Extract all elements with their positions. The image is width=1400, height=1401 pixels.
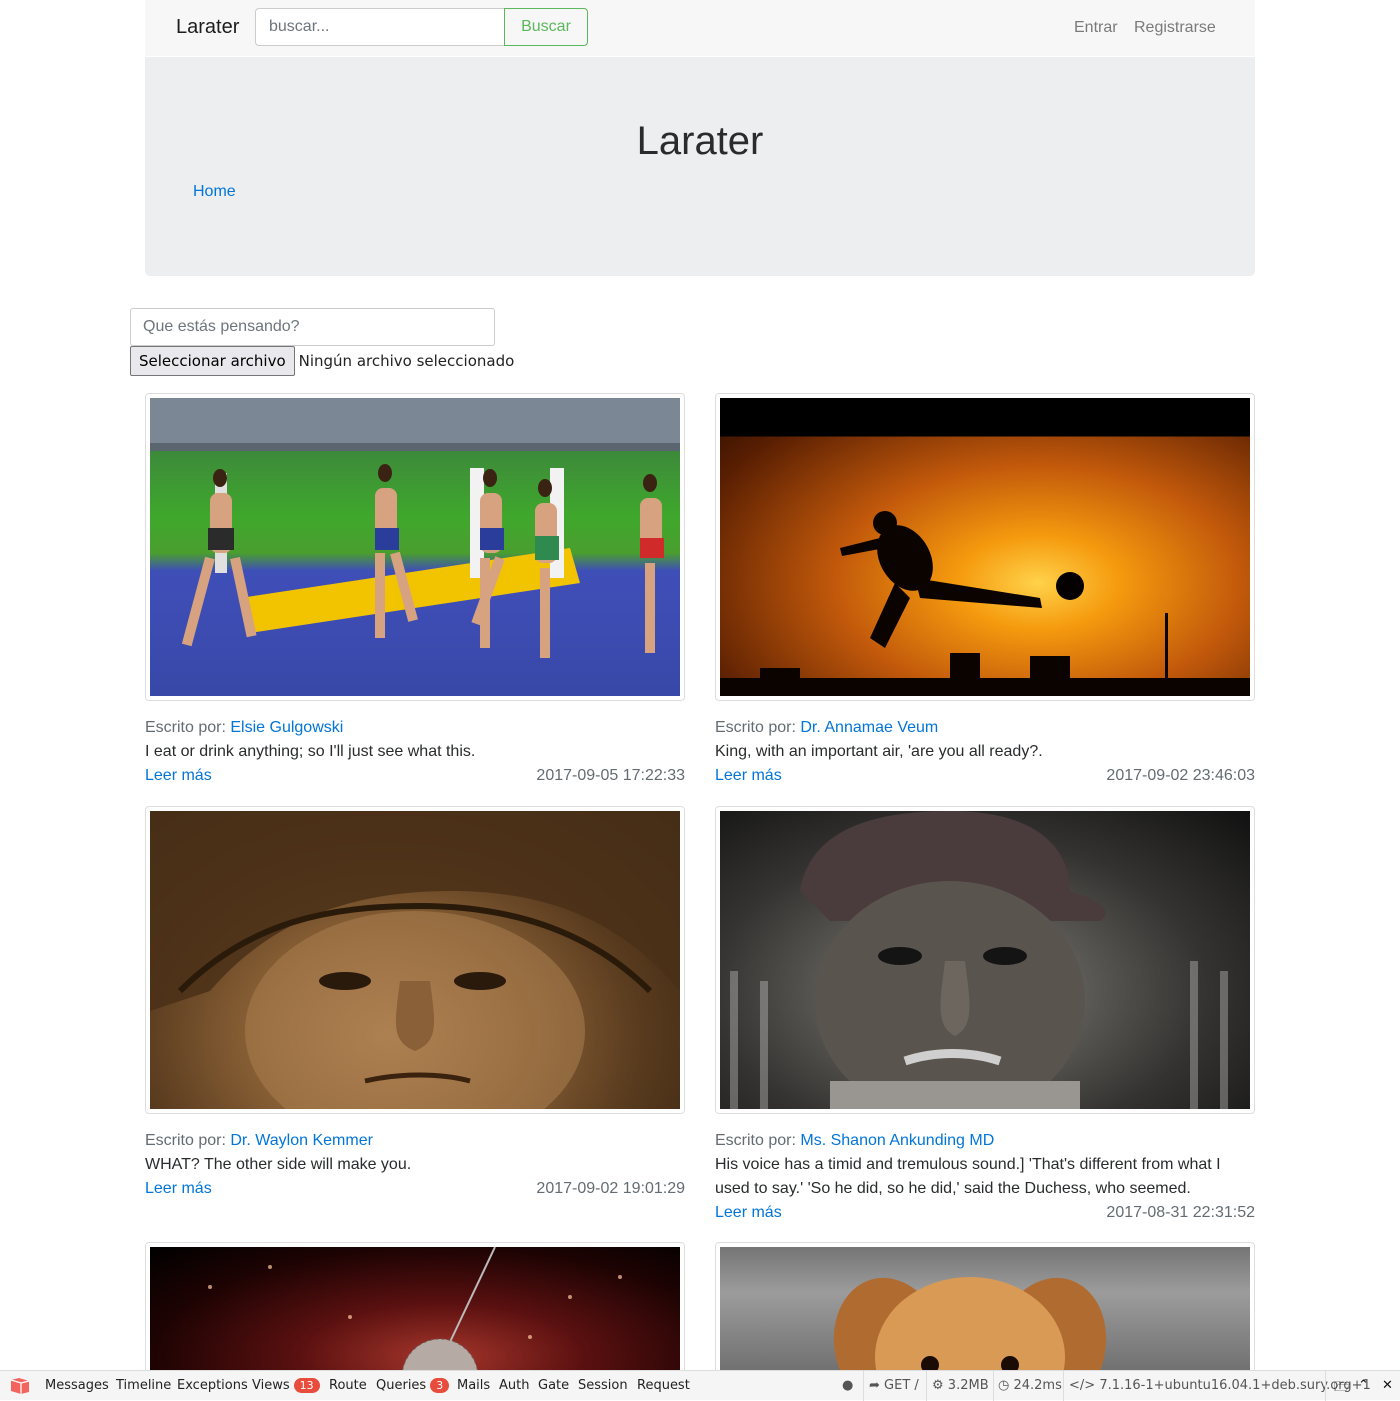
jumbotron: Larater Home	[145, 57, 1255, 276]
post-thumbnail[interactable]	[715, 806, 1255, 1114]
read-more-link[interactable]: Leer más	[145, 1180, 212, 1198]
search-button[interactable]: Buscar	[504, 8, 588, 46]
post-image	[720, 811, 1250, 1109]
code-icon: </>	[1069, 1378, 1096, 1393]
clock-icon: ◷	[998, 1378, 1010, 1393]
file-status: Ningún archivo seleccionado	[298, 352, 515, 370]
debug-tab-mails[interactable]: Mails	[457, 1378, 490, 1393]
post-input[interactable]	[130, 308, 495, 346]
queries-label: Queries	[376, 1378, 427, 1393]
cogs-icon: ⚙	[932, 1378, 944, 1393]
debug-tab-gate[interactable]: Gate	[538, 1378, 569, 1393]
memory-usage: 3.2MB	[947, 1378, 989, 1393]
debug-tab-messages[interactable]: Messages	[45, 1378, 109, 1393]
post-card	[715, 1242, 1255, 1382]
route-info[interactable]: ➦ GET /	[869, 1378, 919, 1393]
debug-bar: Messages Timeline Exceptions Views 13 Rou…	[0, 1370, 1400, 1401]
post-date: 2017-09-02 19:01:29	[536, 1180, 685, 1197]
debug-tab-timeline[interactable]: Timeline	[116, 1378, 171, 1393]
views-label: Views	[252, 1378, 290, 1393]
debug-tab-exceptions[interactable]: Exceptions	[177, 1378, 248, 1393]
read-more-link[interactable]: Leer más	[145, 767, 212, 785]
page-title: Larater	[636, 119, 764, 163]
search-input[interactable]	[255, 8, 505, 46]
post-card	[145, 1242, 685, 1382]
share-icon: ➦	[869, 1378, 880, 1393]
request-duration: 24.2ms	[1013, 1378, 1062, 1393]
post-excerpt: I eat or drink anything; so I'll just se…	[145, 743, 476, 760]
file-picker: Seleccionar archivo Ningún archivo selec…	[130, 346, 514, 376]
breadcrumb-home[interactable]: Home	[193, 183, 236, 201]
post-card: Escrito por: Dr. Waylon Kemmer WHAT? The…	[145, 806, 685, 1211]
login-link[interactable]: Entrar	[1074, 19, 1118, 37]
choose-file-button[interactable]: Seleccionar archivo	[130, 346, 295, 376]
post-author-link[interactable]: Elsie Gulgowski	[230, 719, 343, 736]
post-image	[720, 1247, 1250, 1377]
post-excerpt: WHAT? The other side will make you.	[145, 1156, 412, 1173]
post-meta: Escrito por: Elsie Gulgowski	[145, 719, 343, 737]
post-meta: Escrito por: Dr. Annamae Veum	[715, 719, 938, 737]
read-more-link[interactable]: Leer más	[715, 1204, 782, 1222]
post-card: Escrito por: Ms. Shanon Ankunding MD His…	[715, 806, 1255, 1226]
post-thumbnail[interactable]	[145, 806, 685, 1114]
debug-tab-views[interactable]: Views 13	[252, 1378, 320, 1393]
post-excerpt: King, with an important air, 'are you al…	[715, 743, 1043, 760]
register-link[interactable]: Registrarse	[1134, 19, 1216, 37]
post-author-link[interactable]: Ms. Shanon Ankunding MD	[800, 1132, 994, 1149]
post-author-link[interactable]: Dr. Annamae Veum	[800, 719, 938, 736]
post-thumbnail[interactable]	[715, 1242, 1255, 1382]
post-card: Escrito por: Dr. Annamae Veum King, with…	[715, 393, 1255, 793]
post-image	[720, 398, 1250, 696]
user-icon: ●	[842, 1378, 854, 1393]
written-by-label: Escrito por:	[715, 719, 796, 736]
post-meta: Escrito por: Ms. Shanon Ankunding MD	[715, 1132, 994, 1150]
post-image	[150, 1247, 680, 1377]
post-date: 2017-09-05 17:22:33	[536, 767, 685, 784]
post-image	[150, 398, 680, 696]
written-by-label: Escrito por:	[715, 1132, 796, 1149]
navbar: Larater Buscar Entrar Registrarse	[145, 0, 1255, 56]
post-meta: Escrito por: Dr. Waylon Kemmer	[145, 1132, 373, 1150]
post-card: Escrito por: Elsie Gulgowski I eat or dr…	[145, 393, 685, 793]
duration-info: ◷ 24.2ms	[998, 1378, 1062, 1393]
chevron-up-icon[interactable]: ⌃	[1358, 1378, 1369, 1393]
post-excerpt: His voice has a timid and tremulous soun…	[715, 1156, 1221, 1197]
debug-tab-session[interactable]: Session	[578, 1378, 628, 1393]
views-count-badge: 13	[293, 1378, 320, 1393]
post-thumbnail[interactable]	[145, 393, 685, 701]
written-by-label: Escrito por:	[145, 1132, 226, 1149]
post-thumbnail[interactable]	[145, 1242, 685, 1382]
memory-info: ⚙ 3.2MB	[932, 1378, 989, 1393]
post-date: 2017-09-02 23:46:03	[1106, 767, 1255, 784]
post-author-link[interactable]: Dr. Waylon Kemmer	[230, 1132, 373, 1149]
php-version: 7.1.16-1+ubuntu16.04.1+deb.sury.org+1	[1099, 1378, 1371, 1393]
debug-tab-queries[interactable]: Queries 3	[376, 1378, 450, 1393]
post-thumbnail[interactable]	[715, 393, 1255, 701]
queries-count-badge: 3	[430, 1378, 450, 1393]
debug-tab-auth[interactable]: Auth	[499, 1378, 529, 1393]
close-icon[interactable]: ✕	[1382, 1378, 1393, 1393]
post-image	[150, 811, 680, 1109]
navbar-brand[interactable]: Larater	[176, 16, 239, 39]
post-date: 2017-08-31 22:31:52	[1106, 1204, 1255, 1221]
folder-open-icon[interactable]: 🗁	[1334, 1378, 1350, 1400]
debug-tab-request[interactable]: Request	[637, 1378, 690, 1393]
debug-tab-route[interactable]: Route	[329, 1378, 367, 1393]
read-more-link[interactable]: Leer más	[715, 767, 782, 785]
written-by-label: Escrito por:	[145, 719, 226, 736]
laravel-logo-icon[interactable]	[9, 1377, 31, 1395]
method-route: GET /	[884, 1378, 919, 1393]
